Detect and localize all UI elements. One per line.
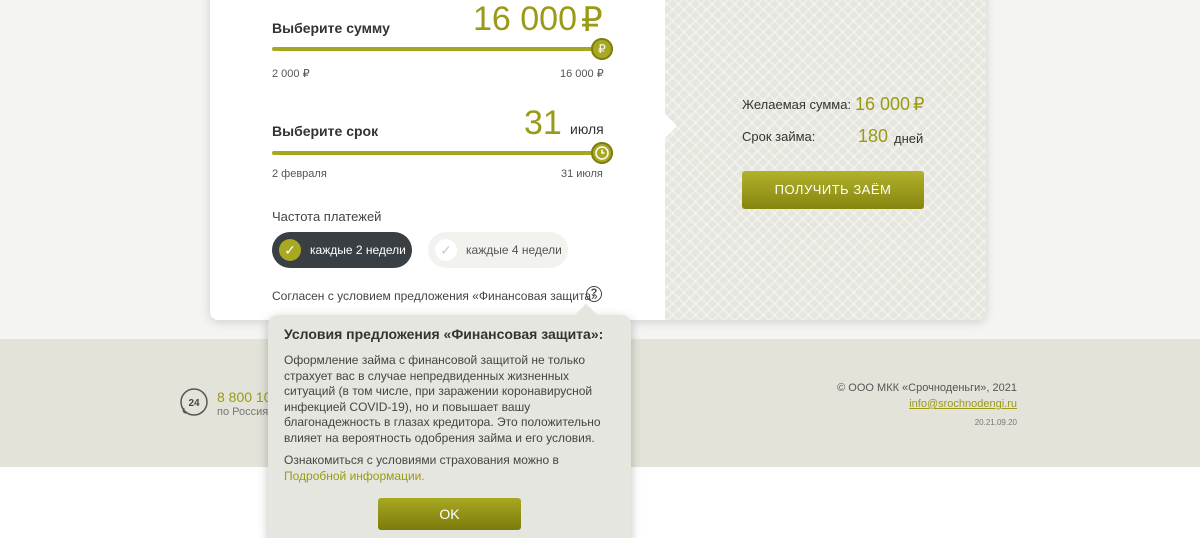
financial-protection-popup: Условия предложения «Финансовая защита»:…: [268, 303, 631, 538]
term-min-label: 2 февраля: [272, 168, 327, 180]
amount-currency: ₽: [581, 1, 603, 39]
footer-phone-sub: по Россия: [217, 406, 269, 418]
clock-icon[interactable]: [591, 142, 613, 164]
frequency-label: Частота платежей: [272, 209, 382, 224]
amount-label: Выберите сумму: [272, 20, 390, 36]
check-icon: ✓: [279, 239, 301, 261]
popup-body-2: Ознакомиться с условиями страхования мож…: [284, 453, 619, 484]
loan-term-value: 180: [858, 126, 889, 146]
frequency-option-4-weeks[interactable]: ✓ каждые 4 недели: [428, 232, 568, 268]
phone-24-icon: 24: [180, 388, 208, 416]
check-icon: ✓: [435, 239, 457, 261]
frequency-option-label: каждые 2 недели: [310, 243, 406, 257]
desired-amount-currency: ₽: [913, 94, 925, 114]
term-slider-track[interactable]: [272, 151, 602, 155]
amount-slider-track[interactable]: [272, 47, 602, 51]
loan-term-unit: дней: [894, 131, 924, 146]
ok-button[interactable]: OK: [378, 498, 521, 530]
footer-copyright: © ООО МКК «Срочноденьги», 2021: [837, 382, 1017, 394]
agreement-text[interactable]: Согласен с условием предложения «Финансо…: [272, 289, 598, 303]
amount-min-label: 2 000 ₽: [272, 68, 310, 80]
amount-value: 16 000: [473, 0, 577, 38]
amount-slider-thumb[interactable]: ₽: [591, 38, 613, 60]
popup-body-2-prefix: Ознакомиться с условиями страхования мож…: [284, 453, 559, 467]
footer-version: 20.21.09.20: [974, 418, 1017, 427]
desired-amount-label: Желаемая сумма:: [742, 97, 852, 112]
desired-amount-value: 16 000: [855, 94, 911, 114]
footer-email-link[interactable]: info@srochnodengi.ru: [909, 398, 1017, 410]
summary-panel: [665, 0, 986, 320]
get-loan-button[interactable]: ПОЛУЧИТЬ ЗАЁМ: [742, 171, 924, 209]
phone-badge-text: 24: [188, 398, 200, 409]
amount-max-label: 16 000 ₽: [560, 68, 604, 80]
popup-body: Оформление займа с финансовой защитой не…: [284, 353, 601, 445]
term-day: 31: [524, 104, 562, 142]
term-max-label: 31 июля: [561, 168, 603, 180]
term-label: Выберите срок: [272, 123, 379, 139]
details-link[interactable]: Подробной информации.: [284, 469, 425, 483]
frequency-option-label: каждые 4 недели: [466, 243, 562, 257]
frequency-option-2-weeks[interactable]: ✓ каждые 2 недели: [272, 232, 412, 268]
popup-title: Условия предложения «Финансовая защита»:: [284, 326, 604, 342]
panel-notch: [665, 114, 677, 138]
term-month: июля: [570, 121, 604, 137]
help-icon[interactable]: ?: [586, 286, 602, 302]
loan-term-label: Срок займа:: [742, 129, 816, 144]
calculator-card: Выберите сумму 16 000 ₽ ₽ 2 000 ₽ 16 000…: [210, 0, 986, 320]
